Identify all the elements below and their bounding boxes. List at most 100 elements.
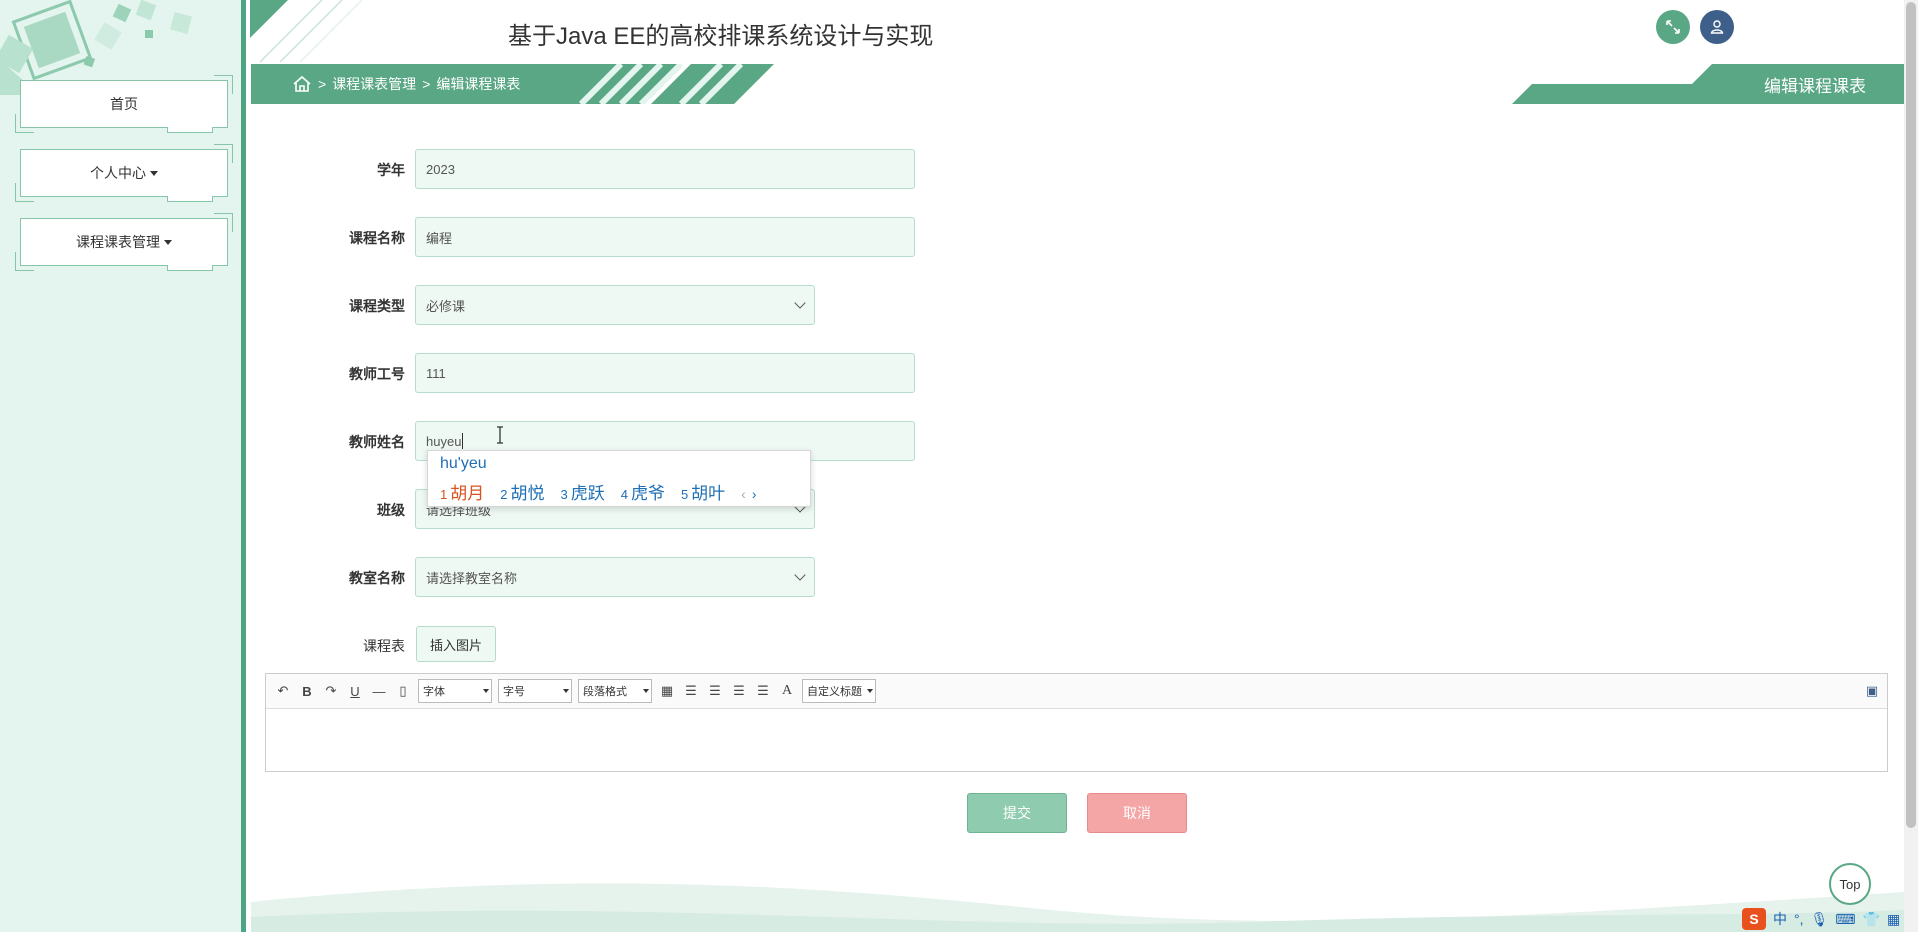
caret-down-icon	[150, 170, 158, 176]
custom-title-select[interactable]: 自定义标题	[802, 679, 876, 703]
course-type-select[interactable]: 必修课	[415, 285, 815, 325]
font-family-select[interactable]: 字体	[418, 679, 492, 703]
sidebar-item-course-schedule-management[interactable]: 课程课表管理	[15, 213, 233, 271]
submit-button[interactable]: 提交	[967, 793, 1067, 833]
sogou-logo-icon[interactable]: S	[1742, 908, 1766, 930]
keyboard-icon[interactable]: ⌨	[1835, 911, 1855, 928]
candidate-text: 虎爷	[630, 484, 665, 503]
font-size-select[interactable]: 字号	[498, 679, 572, 703]
skin-icon[interactable]: 👕	[1863, 911, 1880, 928]
candidate-text: 胡悦	[510, 484, 545, 503]
breadcrumb: > 课程课表管理 > 编辑课程课表	[292, 64, 520, 104]
ime-candidate[interactable]: 1 胡月	[440, 479, 484, 504]
teacher-name-label: 教师姓名	[349, 434, 405, 450]
cancel-button[interactable]: 取消	[1087, 793, 1187, 833]
page-icon[interactable]: ▯	[394, 682, 412, 700]
editor-content-area[interactable]	[266, 709, 1887, 772]
candidate-number: 5	[680, 487, 689, 502]
caret-down-icon	[483, 689, 489, 693]
page-title: 编辑课程课表	[1764, 76, 1866, 96]
paragraph-format-select[interactable]: 段落格式	[578, 679, 652, 703]
paragraph-format-value: 段落格式	[583, 686, 627, 698]
schedule-label: 课程表	[363, 638, 405, 654]
chevron-down-icon	[794, 569, 806, 581]
microphone-icon[interactable]: 🎙	[1811, 911, 1829, 928]
course-name-value: 编程	[426, 230, 453, 246]
footer-wave-decoration	[251, 883, 1904, 932]
ime-next-page-icon[interactable]: ›	[752, 486, 757, 502]
redo-icon[interactable]: ↷	[322, 682, 340, 700]
underline-button[interactable]: U	[346, 682, 364, 700]
font-color-label: A	[781, 683, 793, 698]
breadcrumb-separator: >	[318, 76, 327, 92]
toolbox-icon[interactable]: ▦	[1887, 911, 1900, 928]
classroom-select[interactable]: 请选择教室名称	[415, 557, 815, 597]
teacher-id-value: 111	[426, 365, 446, 381]
sidebar-item-label: 首页	[110, 96, 138, 112]
text-cursor	[462, 433, 464, 449]
back-to-top-button[interactable]: Top	[1829, 863, 1871, 905]
ime-candidate[interactable]: 4 虎爷	[621, 479, 665, 504]
breadcrumb-item-current: 编辑课程课表	[436, 76, 521, 92]
sidebar-item-home[interactable]: 首页	[15, 75, 233, 133]
font-color-button[interactable]: A	[778, 682, 796, 700]
sidebar-item-personal-center[interactable]: 个人中心	[15, 144, 233, 202]
ime-prev-page-icon[interactable]: ‹	[741, 486, 746, 502]
breadcrumb-item-course-management[interactable]: 课程课表管理	[332, 74, 416, 94]
corner-decoration	[15, 183, 34, 202]
candidate-number: 1	[440, 487, 448, 502]
home-icon[interactable]	[292, 75, 312, 93]
punctuation-icon[interactable]: °,	[1794, 911, 1804, 927]
align-justify-icon[interactable]: ☰	[754, 682, 772, 700]
course-type-value: 必修课	[426, 298, 466, 314]
scrollbar-thumb[interactable]	[1906, 2, 1916, 828]
sidebar-item-label: 课程课表管理	[76, 234, 160, 250]
course-name-label: 课程名称	[349, 230, 405, 246]
table-icon[interactable]: ▦	[658, 682, 676, 700]
user-profile-button[interactable]	[1700, 10, 1734, 44]
course-name-input[interactable]: 编程	[415, 217, 915, 257]
align-center-icon[interactable]: ☰	[730, 682, 748, 700]
header-decoration	[250, 0, 363, 62]
corner-decoration	[214, 75, 233, 94]
bold-button[interactable]: B	[298, 682, 316, 700]
ime-candidate-popup: hu'yeu 1 胡月 2 胡悦 3 虎跃 4 虎爷 5 胡叶 ‹ ›	[427, 450, 811, 507]
caret-down-icon	[563, 689, 569, 693]
candidate-text: 胡叶	[691, 484, 726, 503]
sidebar-item-label: 个人中心	[90, 165, 146, 181]
ime-candidate[interactable]: 2 胡悦	[500, 479, 544, 504]
source-view-icon[interactable]: ▣	[1863, 682, 1881, 700]
chevron-down-icon	[794, 297, 806, 309]
teacher-name-value: huyeu	[426, 433, 462, 449]
horizontal-rule-icon[interactable]: —	[370, 682, 388, 700]
custom-title-value: 自定义标题	[807, 686, 862, 698]
year-value: 2023	[426, 161, 455, 177]
editor-toolbar: ↶ B ↷ U — ▯ 字体 字号 段落格式 ▦ ☰ ☰ ☰ ☰ A 自定义标题…	[266, 674, 1887, 709]
ime-status-bar: S 中 °, 🎙 ⌨ 👕 ▦	[1742, 906, 1918, 932]
ime-mode-indicator[interactable]: 中	[1773, 909, 1787, 929]
fullscreen-button[interactable]	[1656, 10, 1690, 44]
corner-decoration	[15, 252, 34, 271]
year-input[interactable]: 2023	[415, 149, 915, 189]
year-label: 学年	[377, 162, 405, 178]
candidate-number: 3	[560, 487, 568, 502]
align-right-icon[interactable]: ☰	[706, 682, 724, 700]
ime-candidate[interactable]: 3 虎跃	[560, 479, 604, 504]
i-beam-cursor-icon	[497, 426, 503, 444]
teacher-id-input[interactable]: 111	[415, 353, 915, 393]
font-size-value: 字号	[503, 686, 525, 698]
under-decoration	[167, 265, 213, 271]
class-label: 班级	[377, 502, 405, 518]
scrollbar[interactable]	[1904, 0, 1918, 932]
caret-down-icon	[643, 689, 649, 693]
insert-image-button[interactable]: 插入图片	[416, 626, 496, 662]
under-decoration	[167, 196, 213, 202]
ime-candidate[interactable]: 5 胡叶	[681, 479, 725, 504]
candidate-number: 4	[620, 487, 628, 502]
ime-composition: hu'yeu	[440, 455, 487, 472]
ime-candidate-list: 1 胡月 2 胡悦 3 虎跃 4 虎爷 5 胡叶 ‹ ›	[440, 479, 757, 504]
align-left-icon[interactable]: ☰	[682, 682, 700, 700]
under-decoration	[167, 127, 213, 133]
undo-icon[interactable]: ↶	[274, 682, 292, 700]
caret-down-icon	[164, 239, 172, 245]
